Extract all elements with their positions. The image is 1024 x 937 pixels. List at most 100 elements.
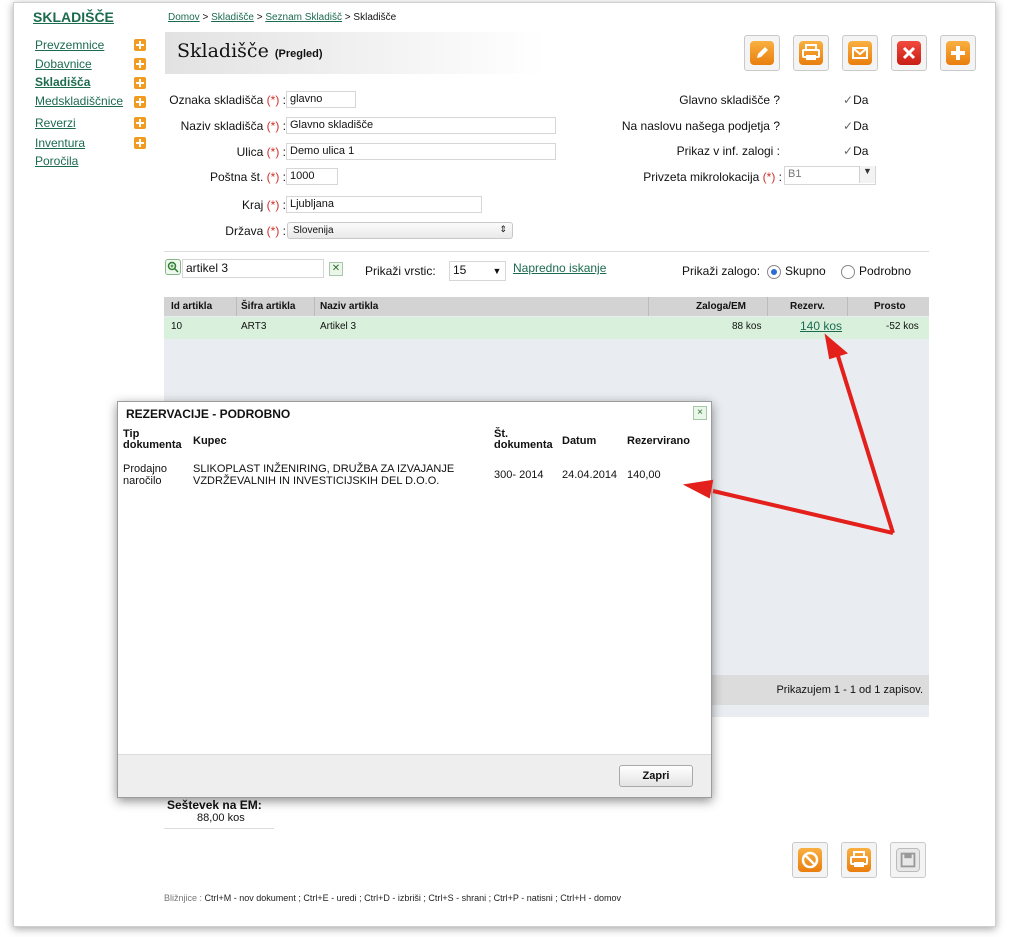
record-count: Prikazujem 1 - 1 od 1 zapisov.	[776, 684, 923, 696]
summary-value: 88,00 kos	[197, 812, 245, 824]
ulica-field[interactable]: Demo ulica 1	[286, 143, 556, 160]
col-id[interactable]: Id artikla	[171, 301, 212, 312]
radio-podrobno-label: Podrobno	[859, 264, 912, 278]
col-tip: Tip dokumenta	[123, 428, 182, 451]
add-prevzemnica-icon[interactable]	[134, 39, 146, 51]
cell-zaloga: 88 kos	[732, 321, 762, 332]
add-icon	[946, 41, 970, 65]
dialog-title: REZERVACIJE - PODROBNO	[126, 407, 291, 421]
search-icon[interactable]	[165, 259, 181, 275]
sidebar-item-porocila[interactable]: Poročila	[35, 154, 78, 168]
kraj-field[interactable]: Ljubljana	[286, 196, 482, 213]
cancel-icon	[798, 848, 822, 872]
breadcrumb-current: Skladišče	[353, 12, 397, 23]
cell-sifra: ART3	[241, 321, 267, 332]
close-icon[interactable]: ×	[693, 406, 707, 420]
shortcuts: Bližnjice : Ctrl+M - nov dokument ; Ctrl…	[164, 893, 621, 903]
add-dobavnica-icon[interactable]	[134, 58, 146, 70]
reserved-link[interactable]: 140 kos	[800, 319, 842, 333]
cell-kupec: SLIKOPLAST INŽENIRING, DRUŽBA ZA IZVAJAN…	[193, 463, 455, 487]
cell-st-dokumenta: 300- 2014	[494, 469, 544, 481]
col-datum: Datum	[562, 435, 597, 447]
rows-select[interactable]: 15 ▼	[449, 261, 506, 281]
print-button-bottom[interactable]	[841, 842, 877, 878]
delete-icon	[897, 41, 921, 65]
print-icon	[799, 41, 823, 65]
edit-button[interactable]	[744, 35, 780, 71]
glavno-checkbox[interactable]: ✓Da	[843, 93, 868, 107]
label-postna: Poštna št. (*) :	[209, 170, 286, 184]
sidebar-item-inventura[interactable]: Inventura	[35, 136, 85, 150]
col-st-dokumenta: Št. dokumenta	[494, 428, 553, 451]
save-button[interactable]	[890, 842, 926, 878]
add-skladisce-icon[interactable]	[134, 77, 146, 89]
sidebar-item-medskladiscnice[interactable]: Medskladiščnice	[35, 94, 123, 108]
edit-icon	[750, 41, 774, 65]
radio-skupno[interactable]	[767, 265, 781, 279]
add-button[interactable]	[940, 35, 976, 71]
oznaka-field[interactable]: glavno	[286, 91, 356, 108]
label-oznaka: Oznaka skladišča (*) :	[169, 93, 286, 107]
reservations-dialog: REZERVACIJE - PODROBNO × Tip dokumenta K…	[117, 401, 712, 798]
label-prikaz: Prikaz v inf. zalogi :	[676, 144, 780, 158]
sidebar-item-dobavnice[interactable]: Dobavnice	[35, 57, 92, 71]
summary-divider	[164, 828, 274, 829]
prikaz-checkbox[interactable]: ✓Da	[843, 144, 868, 158]
label-glavno: Glavno skladišče ?	[679, 93, 780, 107]
advanced-search-link[interactable]: Napredno iskanje	[513, 261, 606, 275]
col-rezervirano: Rezervirano	[627, 435, 690, 447]
summary-label: Seštevek na EM:	[167, 798, 262, 812]
col-kupec: Kupec	[193, 435, 227, 447]
chevron-down-icon: ▼	[859, 166, 875, 183]
cell-prosto: -52 kos	[886, 321, 919, 332]
search-input[interactable]: artikel 3	[182, 259, 324, 278]
delete-button[interactable]	[891, 35, 927, 71]
clear-search-icon[interactable]: ✕	[329, 262, 343, 276]
print-icon	[847, 848, 871, 872]
drzava-select[interactable]: Slovenija ⇕	[287, 222, 513, 239]
grid-header: Id artikla Šifra artikla Naziv artikla Z…	[164, 297, 929, 316]
email-button[interactable]	[842, 35, 878, 71]
label-ulica: Ulica (*) :	[236, 145, 286, 159]
breadcrumb-skladisce[interactable]: Skladišče	[211, 12, 254, 23]
radio-podrobno[interactable]	[841, 265, 855, 279]
sidebar-item-prevzemnice[interactable]: Prevzemnice	[35, 38, 104, 52]
divider	[164, 251, 929, 252]
postna-field[interactable]: 1000	[286, 168, 338, 185]
naslov-checkbox[interactable]: ✓Da	[843, 119, 868, 133]
breadcrumb-seznam[interactable]: Seznam Skladišč	[265, 12, 342, 23]
email-icon	[848, 41, 872, 65]
add-reverz-icon[interactable]	[134, 117, 146, 129]
radio-skupno-label: Skupno	[785, 264, 826, 278]
print-button[interactable]	[793, 35, 829, 71]
rows-label: Prikaži vrstic:	[365, 264, 436, 278]
cell-naziv: Artikel 3	[320, 321, 357, 332]
stock-label: Prikaži zalogo:	[682, 264, 761, 278]
col-prosto[interactable]: Prosto	[874, 301, 906, 312]
naziv-field[interactable]: Glavno skladišče	[286, 117, 556, 134]
sidebar-item-skladisca[interactable]: Skladišča	[35, 75, 90, 89]
cancel-button[interactable]	[792, 842, 828, 878]
chevron-down-icon: ▼	[492, 266, 502, 276]
dialog-footer: Zapri	[118, 754, 711, 797]
cell-datum: 24.04.2014	[562, 469, 618, 481]
cell-rezervirano: 140,00	[627, 469, 661, 481]
add-inventura-icon[interactable]	[134, 137, 146, 149]
col-rezerv[interactable]: Rezerv.	[790, 301, 825, 312]
col-zaloga[interactable]: Zaloga/EM	[696, 301, 746, 312]
cell-tip: Prodajno naročilo	[123, 463, 168, 487]
close-button[interactable]: Zapri	[619, 765, 693, 787]
sidebar-item-reverzi[interactable]: Reverzi	[35, 116, 76, 130]
breadcrumb-home[interactable]: Domov	[168, 12, 200, 23]
select-arrows-icon: ⇕	[499, 224, 507, 234]
add-medskladiscnica-icon[interactable]	[134, 96, 146, 108]
table-row[interactable]: 10 ART3 Artikel 3 88 kos 140 kos -52 kos	[164, 317, 929, 339]
mikrolokacija-select[interactable]: B1 ▼	[784, 166, 876, 185]
sidebar-title[interactable]: SKLADIŠČE	[33, 9, 114, 25]
label-naslov: Na naslovu našega podjetja ?	[621, 119, 780, 133]
label-kraj: Kraj (*) :	[241, 198, 286, 212]
breadcrumb: Domov > Skladišče > Seznam Skladišč > Sk…	[168, 12, 397, 23]
col-sifra[interactable]: Šifra artikla	[241, 301, 295, 312]
save-icon	[896, 848, 920, 872]
col-naziv[interactable]: Naziv artikla	[320, 301, 378, 312]
